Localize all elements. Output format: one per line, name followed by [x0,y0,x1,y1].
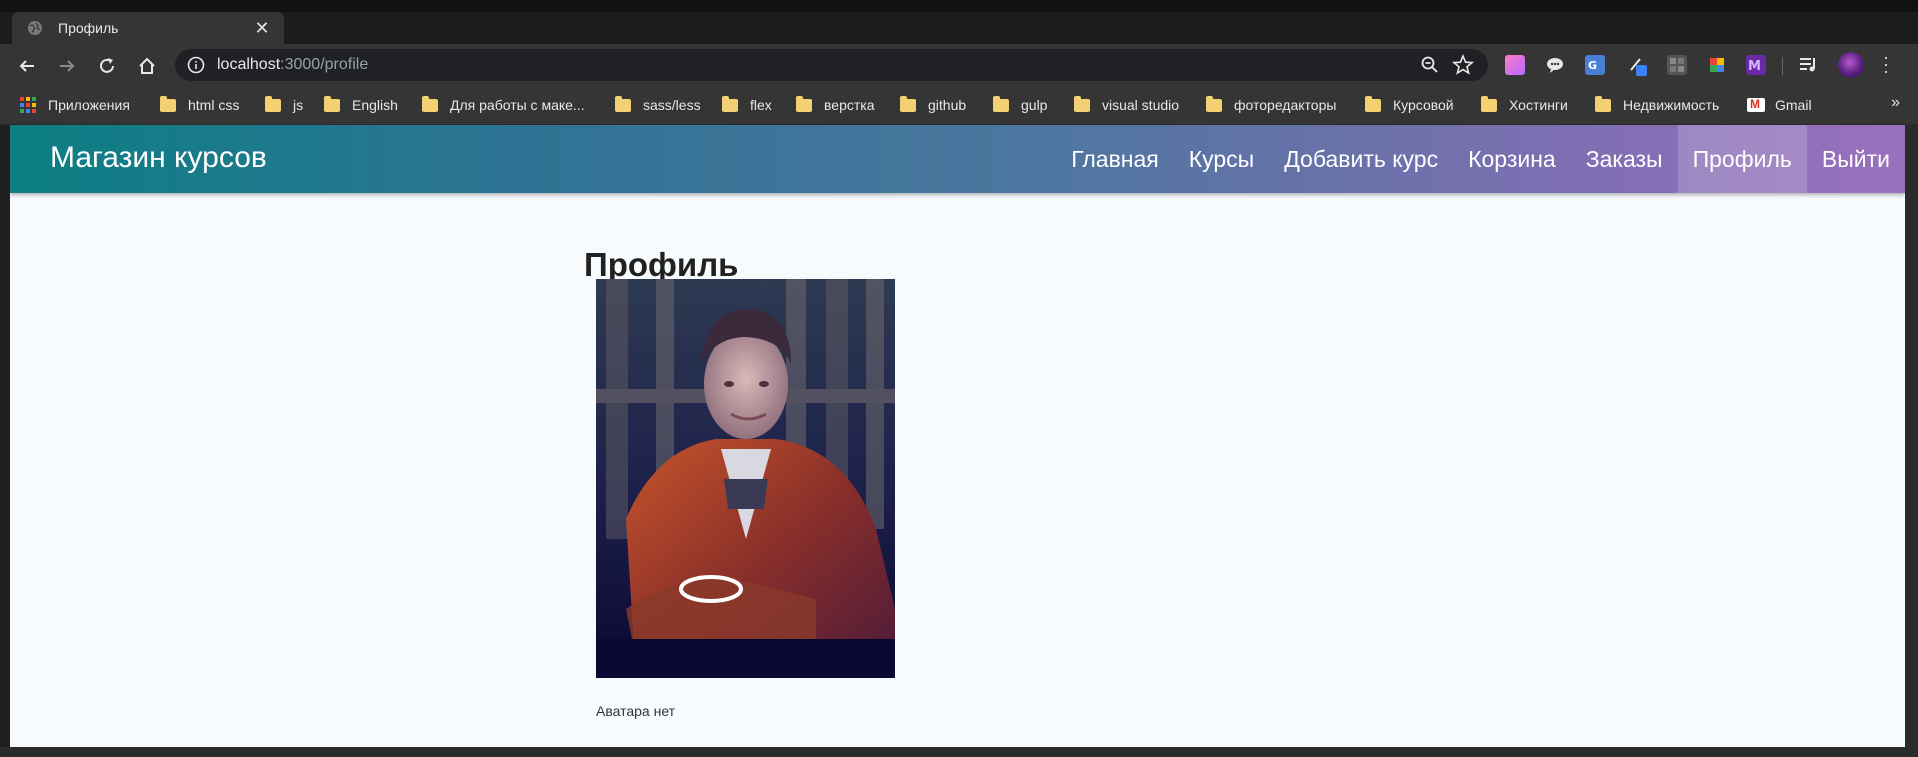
bookmarks-overflow-button[interactable]: » [1891,94,1900,112]
extension-m-icon[interactable]: M [1746,55,1766,75]
browser-tab-active[interactable]: Профиль ✕ [12,12,284,44]
svg-text:G: G [1588,59,1597,72]
bookmark-kursovoy[interactable]: Курсовой [1365,95,1454,115]
toolbar-divider [1782,57,1783,75]
browser-toolbar: localhost:3000/profile G M · · · [0,44,1918,86]
bookmark-verstka[interactable]: верстка [796,95,874,115]
extension-grid-icon[interactable] [1667,55,1687,75]
folder-icon [722,95,738,112]
user-avatar-icon[interactable] [1838,52,1864,78]
folder-icon [1365,95,1381,112]
tab-bar: Профиль ✕ [0,12,1918,44]
gmail-icon [1747,97,1765,112]
bookmark-label: github [928,97,967,113]
bookmark-apps[interactable]: Приложения [20,95,130,115]
page-content: Магазин курсов Главная Курсы Добавить ку… [10,125,1905,747]
url-path: :3000/profile [280,56,369,73]
nav-link-logout[interactable]: Выйти [1807,125,1905,193]
url-text[interactable]: localhost:3000/profile [217,56,368,74]
url-host: localhost [217,56,281,73]
bookmark-label: Для работы с маке... [450,97,585,113]
folder-icon [160,95,176,112]
bookmark-english[interactable]: English [324,95,398,115]
site-navbar: Магазин курсов Главная Курсы Добавить ку… [10,125,1905,193]
extension-color-icon[interactable] [1505,55,1525,75]
bookmark-label: Gmail [1775,97,1812,113]
bookmark-github[interactable]: github [900,95,966,115]
home-icon[interactable] [134,53,160,79]
zoom-icon[interactable] [1420,55,1440,75]
nav-link-profile[interactable]: Профиль [1677,125,1807,193]
close-tab-icon[interactable]: ✕ [254,18,270,39]
bookmark-label: html css [188,97,240,113]
bookmark-label: фоторедакторы [1234,97,1337,113]
folder-icon [422,95,438,112]
folder-icon [324,95,340,112]
bookmark-label: Курсовой [1393,97,1454,113]
media-queue-icon[interactable] [1798,55,1818,75]
back-icon[interactable] [14,53,40,79]
folder-icon [1481,95,1497,112]
bookmarks-bar: Приложения html css js English Для работ… [0,86,1918,125]
profile-photo [596,279,895,678]
avatar-status-text: Аватара нет [596,703,676,719]
extension-chat-icon[interactable] [1545,55,1565,75]
bookmark-makety[interactable]: Для работы с маке... [422,95,585,115]
folder-icon [1595,95,1611,112]
bookmark-label: js [293,97,304,113]
bookmark-label: верстка [824,97,875,113]
bookmark-html-css[interactable]: html css [160,95,239,115]
bookmark-flex[interactable]: flex [722,95,772,115]
bookmark-sass-less[interactable]: sass/less [615,95,701,115]
forward-icon[interactable] [54,53,80,79]
bookmark-nedvizhimost[interactable]: Недвижимость [1595,95,1719,115]
folder-icon [1206,95,1222,112]
nav-link-cart[interactable]: Корзина [1453,125,1571,193]
nav-link-add-course[interactable]: Добавить курс [1269,125,1453,193]
nav-link-home[interactable]: Главная [1056,125,1174,193]
bookmark-visual-studio[interactable]: visual studio [1074,95,1179,115]
bookmark-label: English [352,97,398,113]
folder-icon [1074,95,1090,112]
bookmark-js[interactable]: js [265,95,303,115]
window-top-strip [0,0,1918,12]
nav-link-orders[interactable]: Заказы [1571,125,1678,193]
folder-icon [615,95,631,112]
folder-icon [993,95,1009,112]
bookmark-hostingi[interactable]: Хостинги [1481,95,1568,115]
bookmark-gulp[interactable]: gulp [993,95,1047,115]
reload-icon[interactable] [94,53,120,79]
window-right-edge [1905,124,1918,757]
folder-icon [796,95,812,112]
bookmark-label: sass/less [643,97,701,113]
bookmark-label: flex [750,97,772,113]
svg-text:M: M [1748,59,1761,74]
extension-translate-icon[interactable]: G [1585,55,1605,75]
bookmark-label: Хостинги [1509,97,1568,113]
apps-grid-icon [20,97,36,113]
browser-window: Профиль ✕ localhost:3000/profile G M · ·… [0,0,1918,757]
bookmark-gmail[interactable]: Gmail [1747,95,1812,115]
bookmark-label: Приложения [48,97,130,113]
globe-icon [26,19,44,37]
window-bottom-edge [0,747,1918,757]
bookmark-star-icon[interactable] [1451,53,1475,76]
site-nav: Главная Курсы Добавить курс Корзина Зака… [1056,125,1905,193]
folder-icon [265,95,281,112]
extension-colorful-icon[interactable] [1707,55,1727,75]
browser-menu-icon[interactable]: · · · [1883,48,1889,80]
site-brand[interactable]: Магазин курсов [50,141,267,175]
bookmark-label: visual studio [1102,97,1180,113]
bookmark-label: gulp [1021,97,1048,113]
nav-link-courses[interactable]: Курсы [1174,125,1269,193]
bookmark-label: Недвижимость [1623,97,1720,113]
extension-eyedropper-icon[interactable] [1628,55,1648,76]
tab-title: Профиль [58,20,119,36]
bookmark-photo-editors[interactable]: фоторедакторы [1206,95,1336,115]
folder-icon [900,95,916,112]
address-bar[interactable]: localhost:3000/profile [175,49,1488,81]
site-info-icon[interactable] [187,56,205,74]
